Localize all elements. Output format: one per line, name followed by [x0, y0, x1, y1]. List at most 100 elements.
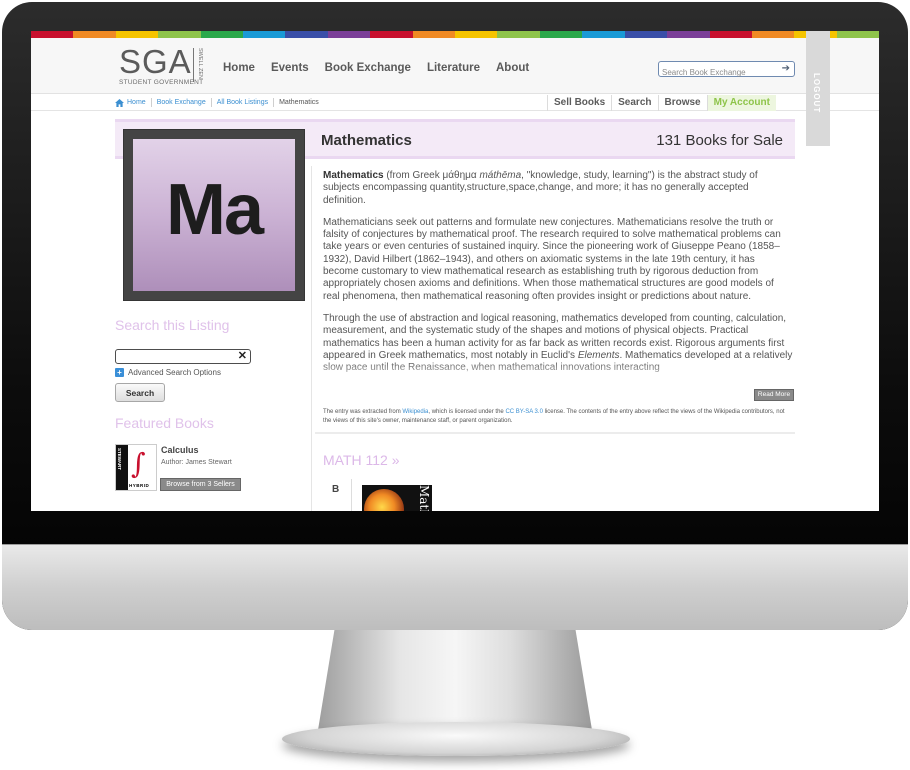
integral-icon: ∫ — [131, 447, 146, 480]
book-cover-edition: HYBRID — [129, 483, 150, 488]
color-strip-segment — [539, 31, 583, 38]
browse-link[interactable]: Browse — [657, 95, 707, 111]
breadcrumb-book-exchange[interactable]: Book Exchange — [157, 99, 206, 106]
cover-art — [364, 489, 404, 511]
featured-book-author: Author: James Stewart — [161, 459, 232, 466]
color-strip-segment — [115, 31, 159, 38]
home-icon[interactable] — [115, 98, 124, 107]
subject-tile: Ma — [123, 129, 305, 301]
listing-search: ✕ — [115, 349, 251, 365]
logo-text: SGA — [119, 43, 192, 80]
advanced-search-label: Advanced Search Options — [128, 368, 221, 377]
text-run: (from Greek μάθημα — [383, 170, 480, 181]
color-strip-segment — [158, 31, 201, 38]
course-letter: B — [332, 484, 340, 495]
nav-literature[interactable]: Literature — [427, 62, 480, 74]
monitor-chin — [2, 544, 908, 630]
course-heading[interactable]: MATH 112 » — [323, 452, 400, 468]
monitor-stand-base — [282, 722, 630, 756]
read-more-button[interactable]: Read More — [754, 389, 794, 401]
breadcrumb-separator — [150, 98, 152, 107]
color-strip-segment — [667, 31, 710, 38]
site-search-input[interactable] — [659, 65, 777, 80]
transliteration: máthēma — [479, 170, 522, 181]
subject-tile-letters: Ma — [165, 170, 264, 250]
breadcrumb-current: Mathematics — [279, 99, 319, 106]
sell-books-link[interactable]: Sell Books — [547, 95, 611, 111]
plus-icon: + — [115, 368, 124, 377]
course-cover-text: Math — [417, 485, 431, 511]
sga-logo[interactable]: SGA SWELL ZEN STUDENT GOVERNMENT — [119, 43, 204, 86]
color-strip-segment — [751, 31, 795, 38]
book-exchange-nav: Sell Books Search Browse My Account — [547, 95, 776, 111]
close-icon[interactable]: ✕ — [238, 349, 247, 362]
logout-label: LOGOUT — [812, 73, 821, 114]
color-strip — [31, 31, 879, 38]
description-paragraph: Mathematicians seek out patterns and for… — [323, 216, 781, 302]
license-link[interactable]: CC BY-SA 3.0 — [505, 409, 542, 415]
color-strip-segment — [412, 31, 456, 38]
color-strip-segment — [31, 31, 74, 38]
logo-subtitle: STUDENT GOVERNMENT — [119, 79, 204, 86]
featured-books-heading: Featured Books — [115, 415, 214, 431]
wikipedia-link[interactable]: Wikipedia — [402, 409, 428, 415]
breadcrumb-separator — [210, 98, 212, 107]
books-for-sale-count: 131 Books for Sale — [656, 132, 783, 149]
site-search: ➔ — [658, 61, 795, 80]
course-row-divider — [351, 479, 352, 511]
my-account-link[interactable]: My Account — [706, 95, 776, 111]
color-strip-segment — [836, 31, 879, 38]
color-strip-segment — [582, 31, 625, 38]
section-divider — [315, 432, 795, 434]
listing-search-button[interactable]: Search — [115, 383, 165, 402]
text-run: , which is licensed under the — [428, 409, 506, 415]
listing-search-input[interactable] — [116, 352, 234, 365]
site-header: SGA SWELL ZEN STUDENT GOVERNMENT Home Ev… — [31, 38, 879, 94]
logo-side-text: SWELL ZEN — [197, 48, 203, 79]
course-listing-row: B Math — [323, 479, 793, 511]
book-cover-author: STEWART — [117, 448, 122, 470]
description-paragraph: Mathematics (from Greek μάθημα máthēma, … — [323, 170, 793, 207]
color-strip-segment — [200, 31, 244, 38]
emphasis: Elements — [577, 349, 620, 361]
color-strip-segment — [455, 31, 498, 38]
breadcrumb-all-listings[interactable]: All Book Listings — [217, 99, 268, 106]
course-book-cover[interactable]: Math — [362, 485, 432, 511]
description-fade — [323, 361, 793, 385]
color-strip-segment — [285, 31, 328, 38]
arrow-right-icon[interactable]: ➔ — [782, 62, 790, 76]
text-run: The entry was extracted from — [323, 409, 403, 415]
advanced-search-link[interactable]: + Advanced Search Options — [115, 368, 221, 377]
color-strip-segment — [497, 31, 540, 38]
monitor-stand-neck — [318, 630, 592, 730]
column-divider — [311, 166, 312, 511]
sub-bar: Home Book Exchange All Book Listings Mat… — [31, 95, 879, 111]
browse-sellers-button[interactable]: Browse from 3 Sellers — [160, 478, 241, 491]
term: Mathematics — [323, 170, 384, 181]
breadcrumb: Home Book Exchange All Book Listings Mat… — [115, 98, 319, 107]
logout-tab[interactable]: LOGOUT — [806, 31, 830, 146]
search-link[interactable]: Search — [611, 95, 657, 111]
featured-book-title[interactable]: Calculus — [161, 445, 199, 455]
breadcrumb-separator — [273, 98, 275, 107]
nav-about[interactable]: About — [496, 62, 529, 74]
color-strip-segment — [243, 31, 286, 38]
search-listing-heading: Search this Listing — [115, 317, 230, 333]
nav-events[interactable]: Events — [271, 62, 309, 74]
color-strip-segment — [73, 31, 116, 38]
page-title: Mathematics — [321, 132, 412, 149]
nav-home[interactable]: Home — [223, 62, 255, 74]
wikipedia-attribution: The entry was extracted from Wikipedia, … — [323, 408, 793, 425]
main-nav: Home Events Book Exchange Literature Abo… — [223, 62, 545, 74]
color-strip-segment — [709, 31, 752, 38]
screen: SGA SWELL ZEN STUDENT GOVERNMENT Home Ev… — [31, 31, 879, 511]
featured-book-cover[interactable]: STEWART ∫ HYBRID — [115, 444, 157, 491]
subject-tile-inner: Ma — [133, 139, 295, 291]
subject-description: Mathematics (from Greek μάθημα máthēma, … — [323, 170, 793, 385]
color-strip-segment — [624, 31, 668, 38]
breadcrumb-home[interactable]: Home — [127, 99, 146, 106]
logo-divider — [193, 48, 194, 82]
color-strip-segment — [327, 31, 371, 38]
nav-book-exchange[interactable]: Book Exchange — [325, 62, 411, 74]
color-strip-segment — [370, 31, 413, 38]
